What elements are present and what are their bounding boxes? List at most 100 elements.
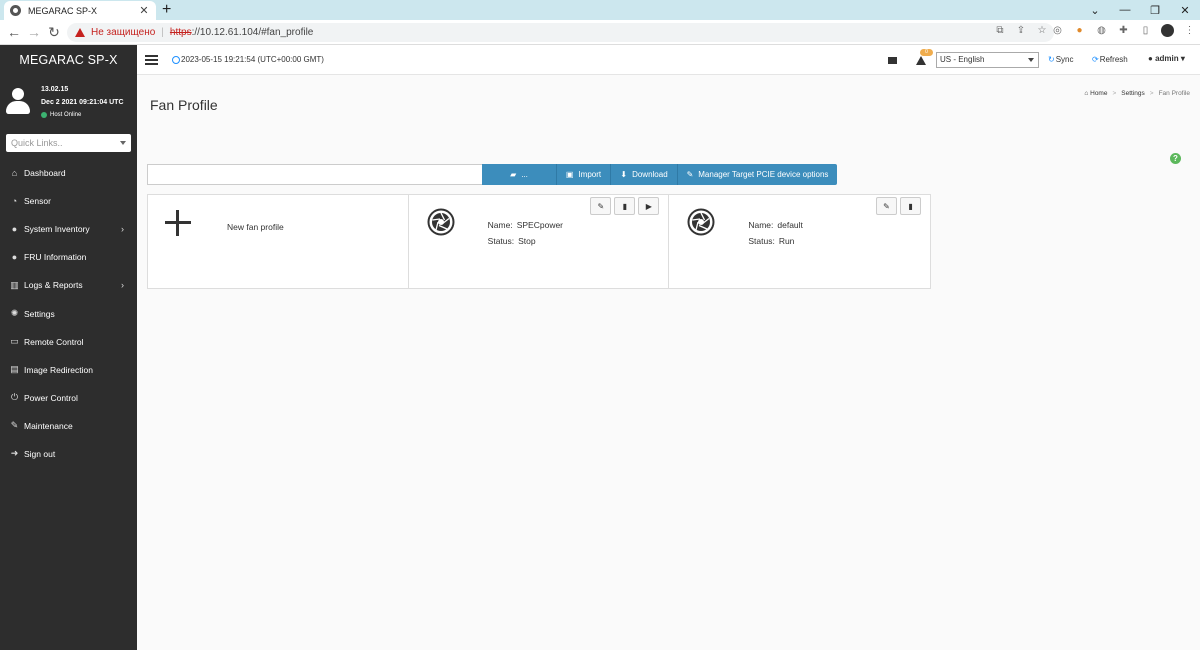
sidebar-item-logs-reports[interactable]: ▥ Logs & Reports ›	[0, 271, 137, 299]
browser-tabstrip: MEGARAC SP-X ✕ + ⌄ — ❐ ✕	[0, 0, 1200, 20]
fan-profile-cards: New fan profile Name: SPECpower Status: St…	[147, 194, 931, 289]
refresh-label: Refresh	[1099, 55, 1128, 64]
sync-icon: ↻	[1048, 55, 1055, 64]
save-icon: ▣	[565, 170, 574, 179]
user-menu[interactable]: ● admin ▾	[1148, 54, 1185, 63]
restore-icon[interactable]: ❐	[1140, 4, 1170, 17]
sidebar-item-label: Maintenance	[24, 420, 73, 431]
sidebar-item-label: Logs & Reports	[24, 280, 83, 291]
folder-open-icon: ▰	[510, 170, 517, 179]
window-close-icon[interactable]: ✕	[1170, 4, 1200, 17]
help-icon[interactable]: ?	[1170, 153, 1181, 164]
file-path-input[interactable]	[147, 164, 483, 185]
tab-close-icon[interactable]: ✕	[138, 4, 150, 17]
delete-button[interactable]: ▮	[614, 197, 636, 215]
download-button[interactable]: ⬇ Download	[611, 164, 678, 185]
sync-button[interactable]: ↻Sync	[1048, 55, 1074, 64]
omnibox-actions: ⧉ ⇪ ☆	[994, 25, 1048, 37]
language-value: US - English	[940, 55, 985, 64]
sidebar-item-sensor[interactable]: ◔ Sensor	[0, 187, 137, 215]
cookie-extension-icon[interactable]: ●	[1073, 24, 1086, 37]
breadcrumb-settings[interactable]: Settings	[1121, 90, 1145, 97]
reload-icon[interactable]: ↻	[45, 23, 63, 41]
wrench-icon: ✎	[10, 420, 19, 431]
sidepanel-icon[interactable]: ▯	[1139, 24, 1152, 37]
sync-label: Sync	[1055, 55, 1074, 64]
profile-status: Run	[778, 236, 795, 246]
puzzle-icon[interactable]: ✚	[1117, 24, 1130, 37]
dashboard-gauge-icon: ◔	[11, 196, 18, 207]
delete-button[interactable]: ▮	[900, 197, 922, 215]
fan-profile-card: Name: default Status: Run ✎ ▮	[669, 195, 930, 288]
sidebar-item-power-control[interactable]: ⏻ Power Control	[0, 384, 137, 412]
disk-icon: ▤	[10, 364, 19, 375]
language-select[interactable]: US - English	[936, 52, 1039, 68]
star-bookmark-icon[interactable]: ☆	[1036, 25, 1048, 37]
share-icon[interactable]: ⇪	[1015, 25, 1027, 37]
info-circle-icon: ●	[11, 252, 18, 263]
profile-avatar-icon[interactable]	[1161, 24, 1174, 37]
sidebar-item-system-inventory[interactable]: ● System Inventory ›	[0, 215, 137, 243]
page-title: Fan Profile	[150, 97, 218, 113]
sidebar-item-settings[interactable]: ✺ Settings	[0, 299, 137, 327]
edit-button[interactable]: ✎	[590, 197, 612, 215]
breadcrumb-home[interactable]: ⌂ Home	[1084, 90, 1107, 97]
kebab-menu-icon[interactable]: ⋮	[1183, 24, 1196, 37]
sidebar-item-label: Sign out	[24, 448, 56, 459]
sidebar-item-label: Power Control	[24, 392, 78, 403]
url-omnibox[interactable]: Не защищено | https ://10.12.61.104/#fan…	[67, 23, 1054, 42]
status-key: Status:	[748, 236, 775, 246]
browse-folder-button[interactable]: ▰...	[482, 164, 557, 185]
browser-tab[interactable]: MEGARAC SP-X ✕	[4, 1, 156, 20]
import-label: Import	[578, 170, 602, 179]
quick-links-select[interactable]: Quick Links..	[6, 134, 131, 152]
sidebar-item-fru-information[interactable]: ● FRU Information	[0, 243, 137, 271]
fan-profile-toolbar: ▰... ▣ Import ⬇ Download ✎ Manager Target P…	[482, 164, 837, 185]
clock-icon	[172, 56, 180, 64]
run-button[interactable]: ▶	[638, 197, 660, 215]
envelope-icon[interactable]	[888, 57, 897, 64]
card-actions: ✎ ▮ ▶	[590, 197, 660, 215]
brand-title[interactable]: MEGARAC SP-X	[0, 45, 137, 75]
minimize-icon[interactable]: —	[1110, 4, 1140, 16]
plus-icon	[165, 210, 191, 236]
globe-icon	[10, 5, 21, 16]
download-icon: ⬇	[620, 170, 628, 179]
forward-arrow-icon[interactable]: →	[25, 23, 43, 41]
sidebar-item-label: Dashboard	[24, 168, 66, 179]
sidebar-item-sign-out[interactable]: ➜ Sign out	[0, 440, 137, 468]
new-fan-profile-card[interactable]: New fan profile	[148, 195, 409, 288]
tab-search-icon[interactable]: ⌄	[1080, 4, 1110, 17]
extension-icons: ◎ ● ◍ ✚ ▯ ⋮	[1051, 24, 1196, 37]
warning-alert-icon[interactable]	[916, 56, 926, 65]
address-bar: ← → ↻ Не защищено | https ://10.12.61.10…	[0, 20, 1200, 45]
insecure-label[interactable]: Не защищено	[91, 27, 155, 38]
import-button[interactable]: ▣ Import	[557, 164, 611, 185]
url-path: ://10.12.61.104/#fan_profile	[191, 27, 314, 38]
sidebar-item-label: Settings	[24, 308, 55, 319]
system-info-panel: 13.02.15 Dec 2 2021 09:21:04 UTC Host On…	[0, 75, 137, 123]
breadcrumb-current: Fan Profile	[1158, 90, 1190, 97]
edit-button[interactable]: ✎	[876, 197, 898, 215]
card-actions: ✎ ▮	[876, 197, 922, 215]
extension-icon[interactable]: ◎	[1051, 24, 1064, 37]
sidebar-item-label: FRU Information	[24, 252, 87, 263]
manager-pcie-options-button[interactable]: ✎ Manager Target PCIE device options	[678, 164, 837, 185]
sidebar-item-dashboard[interactable]: ⌂ Dashboard	[0, 159, 137, 187]
globe-extension-icon[interactable]: ◍	[1095, 24, 1108, 37]
user-icon: ●	[1148, 54, 1156, 63]
translate-icon[interactable]: ⧉	[994, 25, 1006, 37]
sidebar-nav: ⌂ Dashboard ◔ Sensor ● System Inventory › ● F…	[0, 159, 137, 468]
sidebar-item-remote-control[interactable]: ▭ Remote Control	[0, 328, 137, 356]
trash-icon: ▮	[622, 201, 628, 211]
gear-icon: ✺	[10, 308, 19, 319]
back-arrow-icon[interactable]: ←	[5, 23, 23, 41]
refresh-button[interactable]: ⟳Refresh	[1092, 55, 1128, 64]
sidebar-item-maintenance[interactable]: ✎ Maintenance	[0, 412, 137, 440]
hamburger-menu-icon[interactable]	[145, 55, 158, 65]
top-header: 2023-05-15 19:21:54 (UTC+00:00 GMT) 0 US…	[137, 45, 1200, 75]
alert-count-badge: 0	[920, 49, 933, 56]
sidebar-item-image-redirection[interactable]: ▤ Image Redirection	[0, 356, 137, 384]
new-tab-button[interactable]: +	[162, 1, 171, 19]
profile-name: SPECpower	[516, 220, 564, 230]
